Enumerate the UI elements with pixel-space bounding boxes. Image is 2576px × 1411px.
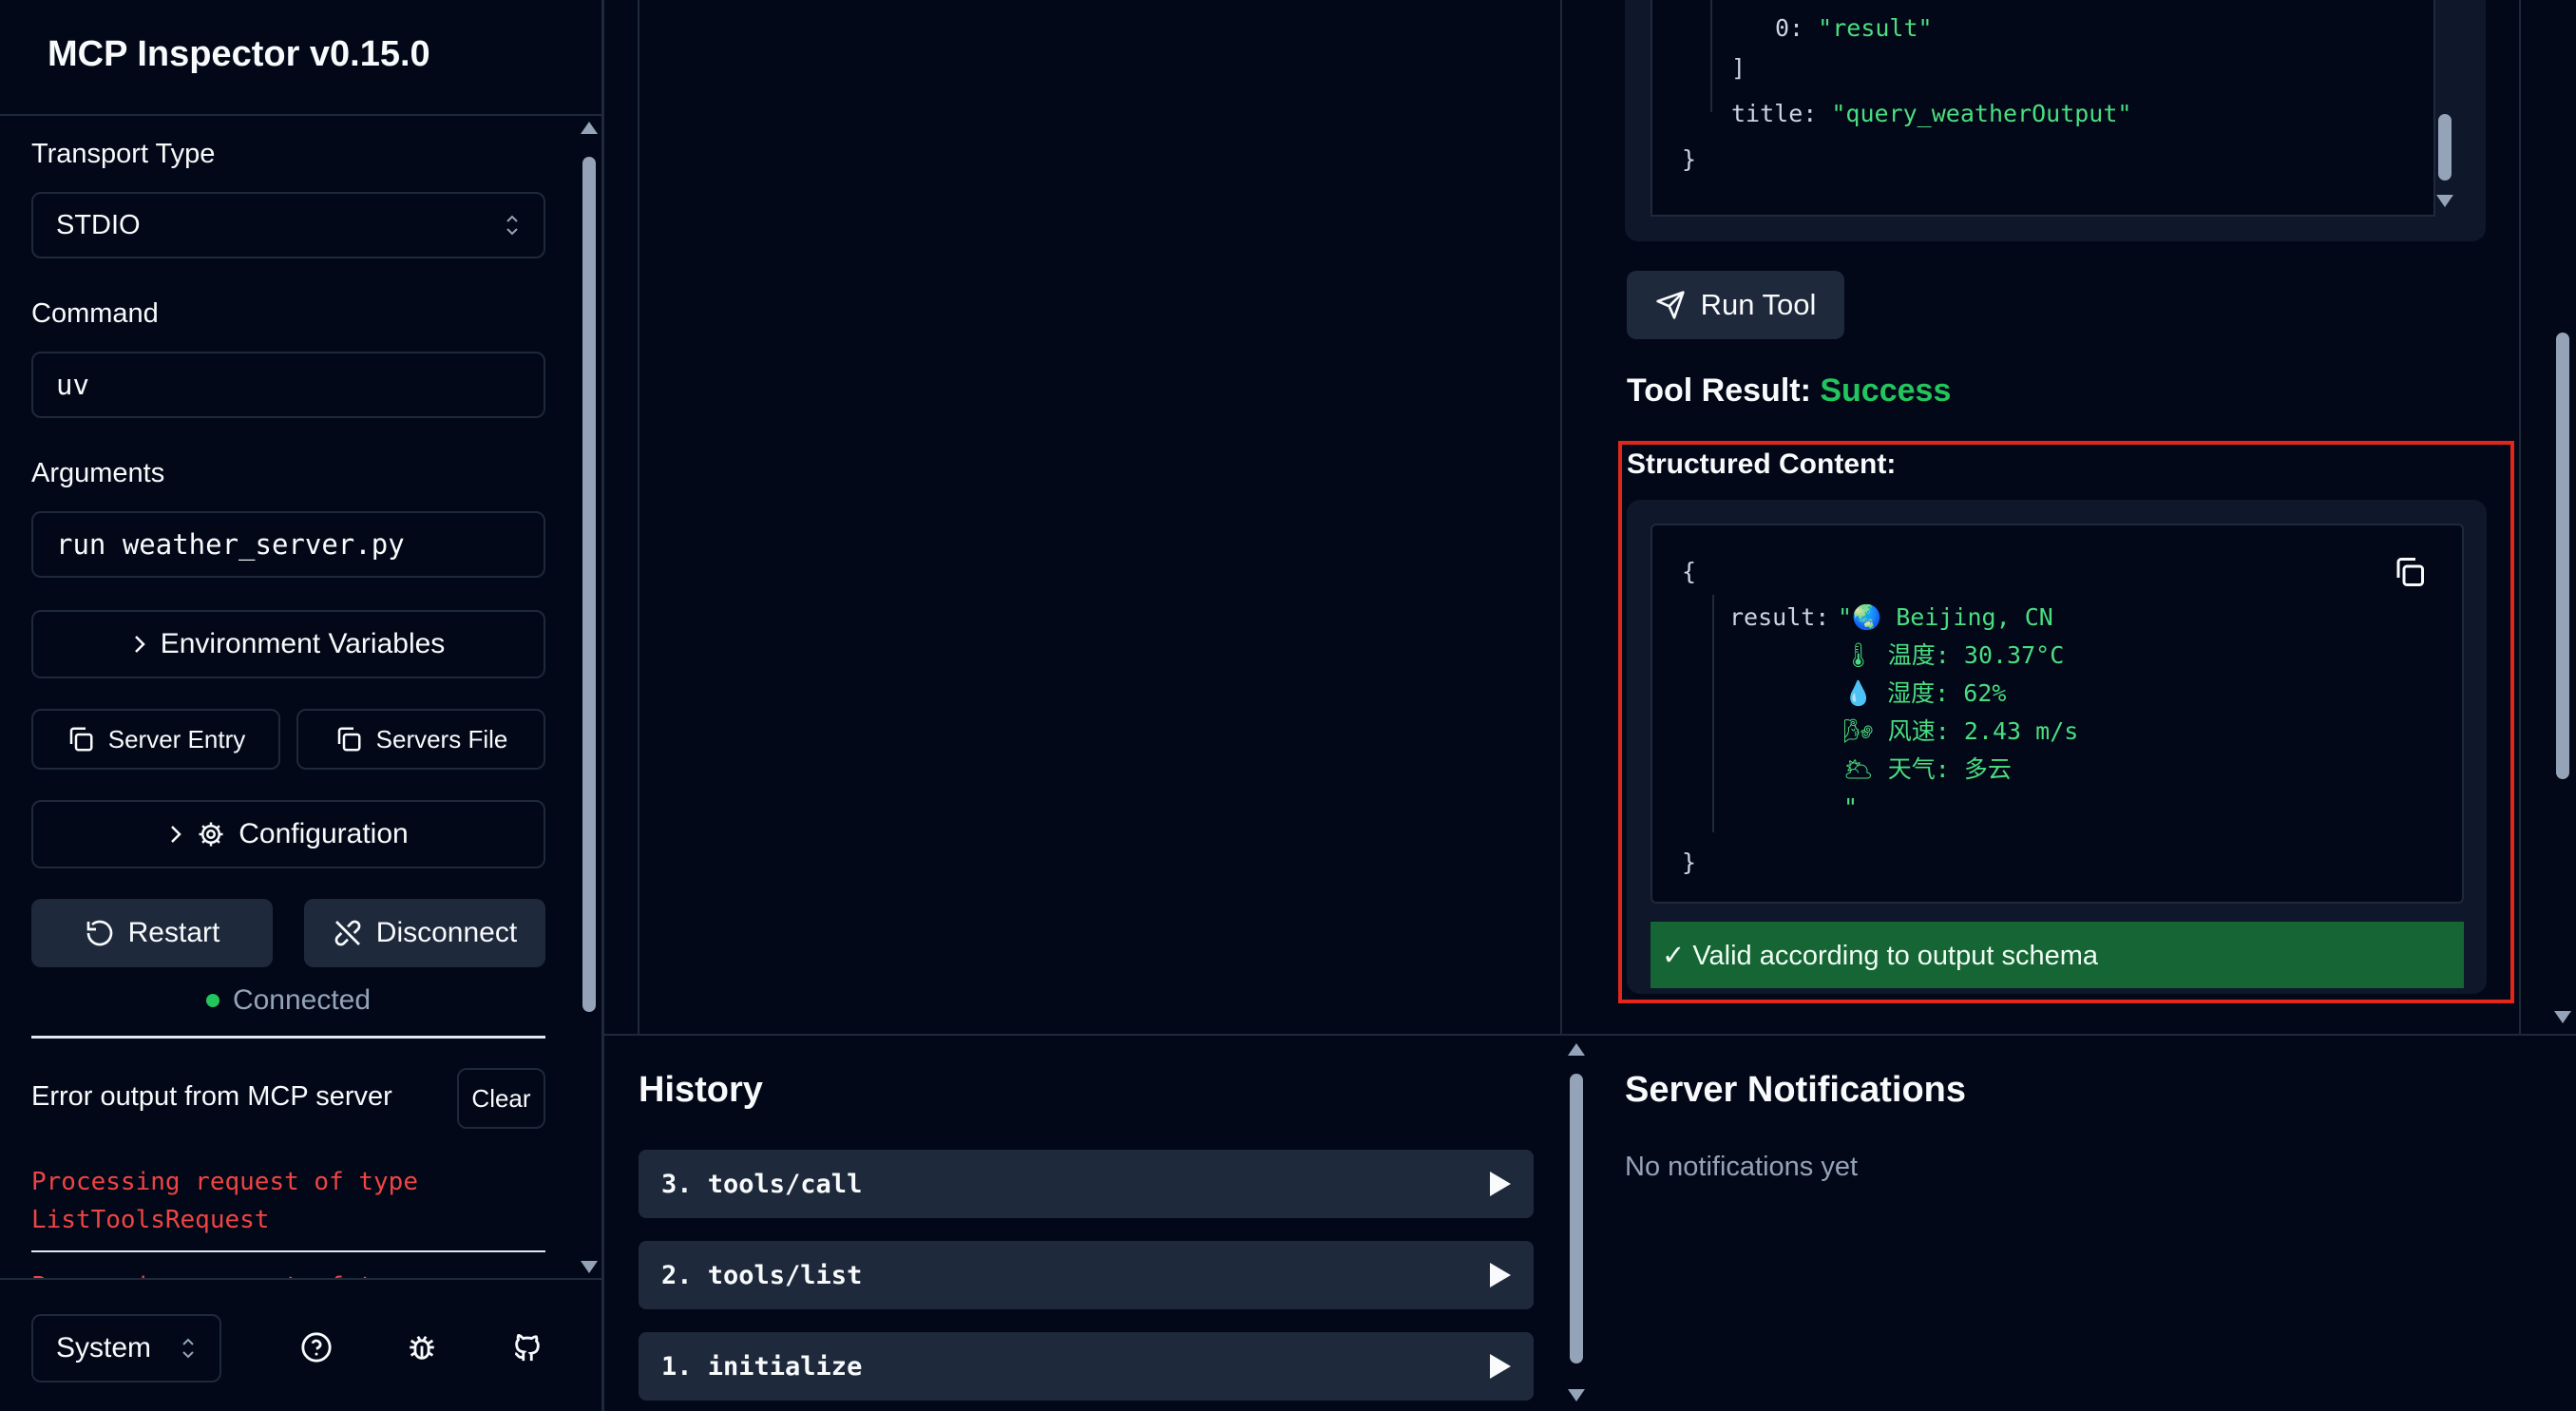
tool-result-status: Success [1820,372,1952,409]
servers-file-label: Servers File [375,724,508,753]
history-item[interactable]: 2. tools/list [639,1241,1534,1309]
output-schema-text: 0: "result" ] title: "query_weatherOutpu… [1682,0,2131,182]
scroll-down-icon[interactable] [581,1261,598,1273]
schema-scrollbar[interactable] [2434,0,2455,215]
configuration-button[interactable]: Configuration [31,800,545,868]
play-icon[interactable] [1490,1263,1511,1287]
transport-type-value: STDIO [56,209,141,240]
divider [0,114,601,116]
schema-key: 0: [1775,14,1804,42]
bug-icon[interactable] [401,1326,443,1368]
divider [31,1250,545,1252]
run-tool-label: Run Tool [1700,288,1817,321]
status-dot-icon [205,994,219,1007]
tool-result-heading: Tool Result: Success [1627,372,1951,410]
history-item[interactable]: 1. initialize [639,1332,1534,1401]
server-entry-label: Server Entry [107,724,246,753]
server-notifications-title: Server Notifications [1625,1070,1966,1110]
app-title: MCP Inspector v0.15.0 [48,34,430,74]
restart-label: Restart [127,917,220,948]
indent-guide [1710,0,1712,112]
transport-type-select[interactable]: STDIO [31,192,545,258]
copy-icon [334,725,363,753]
restart-button[interactable]: Restart [31,899,273,967]
chevron-right-icon [168,823,183,846]
unplug-icon [333,918,363,948]
play-icon[interactable] [1490,1172,1511,1196]
divider [1625,1034,2576,1036]
sidebar-scroll-thumb[interactable] [582,157,596,1012]
copy-icon [67,725,95,753]
scroll-up-icon[interactable] [581,122,598,134]
disconnect-button[interactable]: Disconnect [304,899,545,967]
environment-variables-button[interactable]: Environment Variables [31,610,545,678]
schema-value: "query_weatherOutput" [1831,100,2132,127]
configuration-label: Configuration [239,818,409,849]
github-icon[interactable] [506,1326,548,1368]
servers-file-button[interactable]: Servers File [296,709,545,770]
play-icon[interactable] [1490,1354,1511,1379]
schema-value: "result" [1818,14,1933,42]
tool-result-label: Tool Result: [1627,372,1811,409]
scroll-down-icon[interactable] [2436,195,2453,207]
tool-list-panel [638,0,1562,1034]
error-output-text: Processing request of type ListToolsRequ… [31,1163,418,1239]
chevron-right-icon [132,633,147,656]
send-icon [1655,290,1686,320]
environment-variables-label: Environment Variables [160,628,446,659]
transport-type-label: Transport Type [31,139,216,169]
history-title: History [639,1070,763,1110]
history-scroll-thumb[interactable] [1570,1074,1583,1363]
help-icon[interactable] [296,1326,337,1368]
divider [2519,0,2521,1034]
sidebar: MCP Inspector v0.15.0 Transport Type STD… [0,0,604,1411]
command-input[interactable]: uv [31,352,545,418]
error-line: Processing request of type [31,1168,418,1196]
error-line-clipped: Processing request of type [31,1268,418,1278]
history-item-label: 1. initialize [661,1351,863,1382]
error-line: ListToolsRequest [31,1206,270,1234]
history-item-label: 3. tools/call [661,1169,863,1199]
divider [0,1278,601,1280]
tool-panel-scroll-thumb[interactable] [2556,333,2569,779]
connection-status: Connected [31,984,545,1017]
server-entry-button[interactable]: Server Entry [31,709,280,770]
theme-select[interactable]: System [31,1314,221,1382]
notifications-empty-text: No notifications yet [1625,1152,1859,1182]
gear-icon [197,820,225,849]
scroll-down-icon[interactable] [1568,1389,1585,1401]
command-label: Command [31,298,159,329]
schema-bracket: ] [1731,54,1746,82]
schema-scroll-thumb[interactable] [2438,114,2452,181]
schema-brace: } [1682,145,1697,173]
chevron-updown-icon [180,1336,197,1361]
arguments-input[interactable]: run weather_server.py [31,511,545,578]
rotate-ccw-icon [85,918,115,948]
divider [604,1034,1625,1036]
history-item[interactable]: 3. tools/call [639,1150,1534,1218]
run-tool-button[interactable]: Run Tool [1627,271,1844,339]
theme-value: System [56,1332,152,1363]
schema-key: title: [1731,100,1818,127]
scroll-up-icon[interactable] [1568,1043,1585,1056]
error-output-title: Error output from MCP server [31,1081,392,1112]
connection-status-text: Connected [232,984,372,1016]
history-item-label: 2. tools/list [661,1260,863,1290]
chevron-updown-icon [504,213,521,238]
disconnect-label: Disconnect [375,917,518,948]
arguments-label: Arguments [31,458,165,488]
scroll-down-icon[interactable] [2554,1011,2571,1023]
highlight-box [1618,441,2514,1003]
divider [31,1036,545,1039]
clear-button[interactable]: Clear [457,1068,545,1129]
